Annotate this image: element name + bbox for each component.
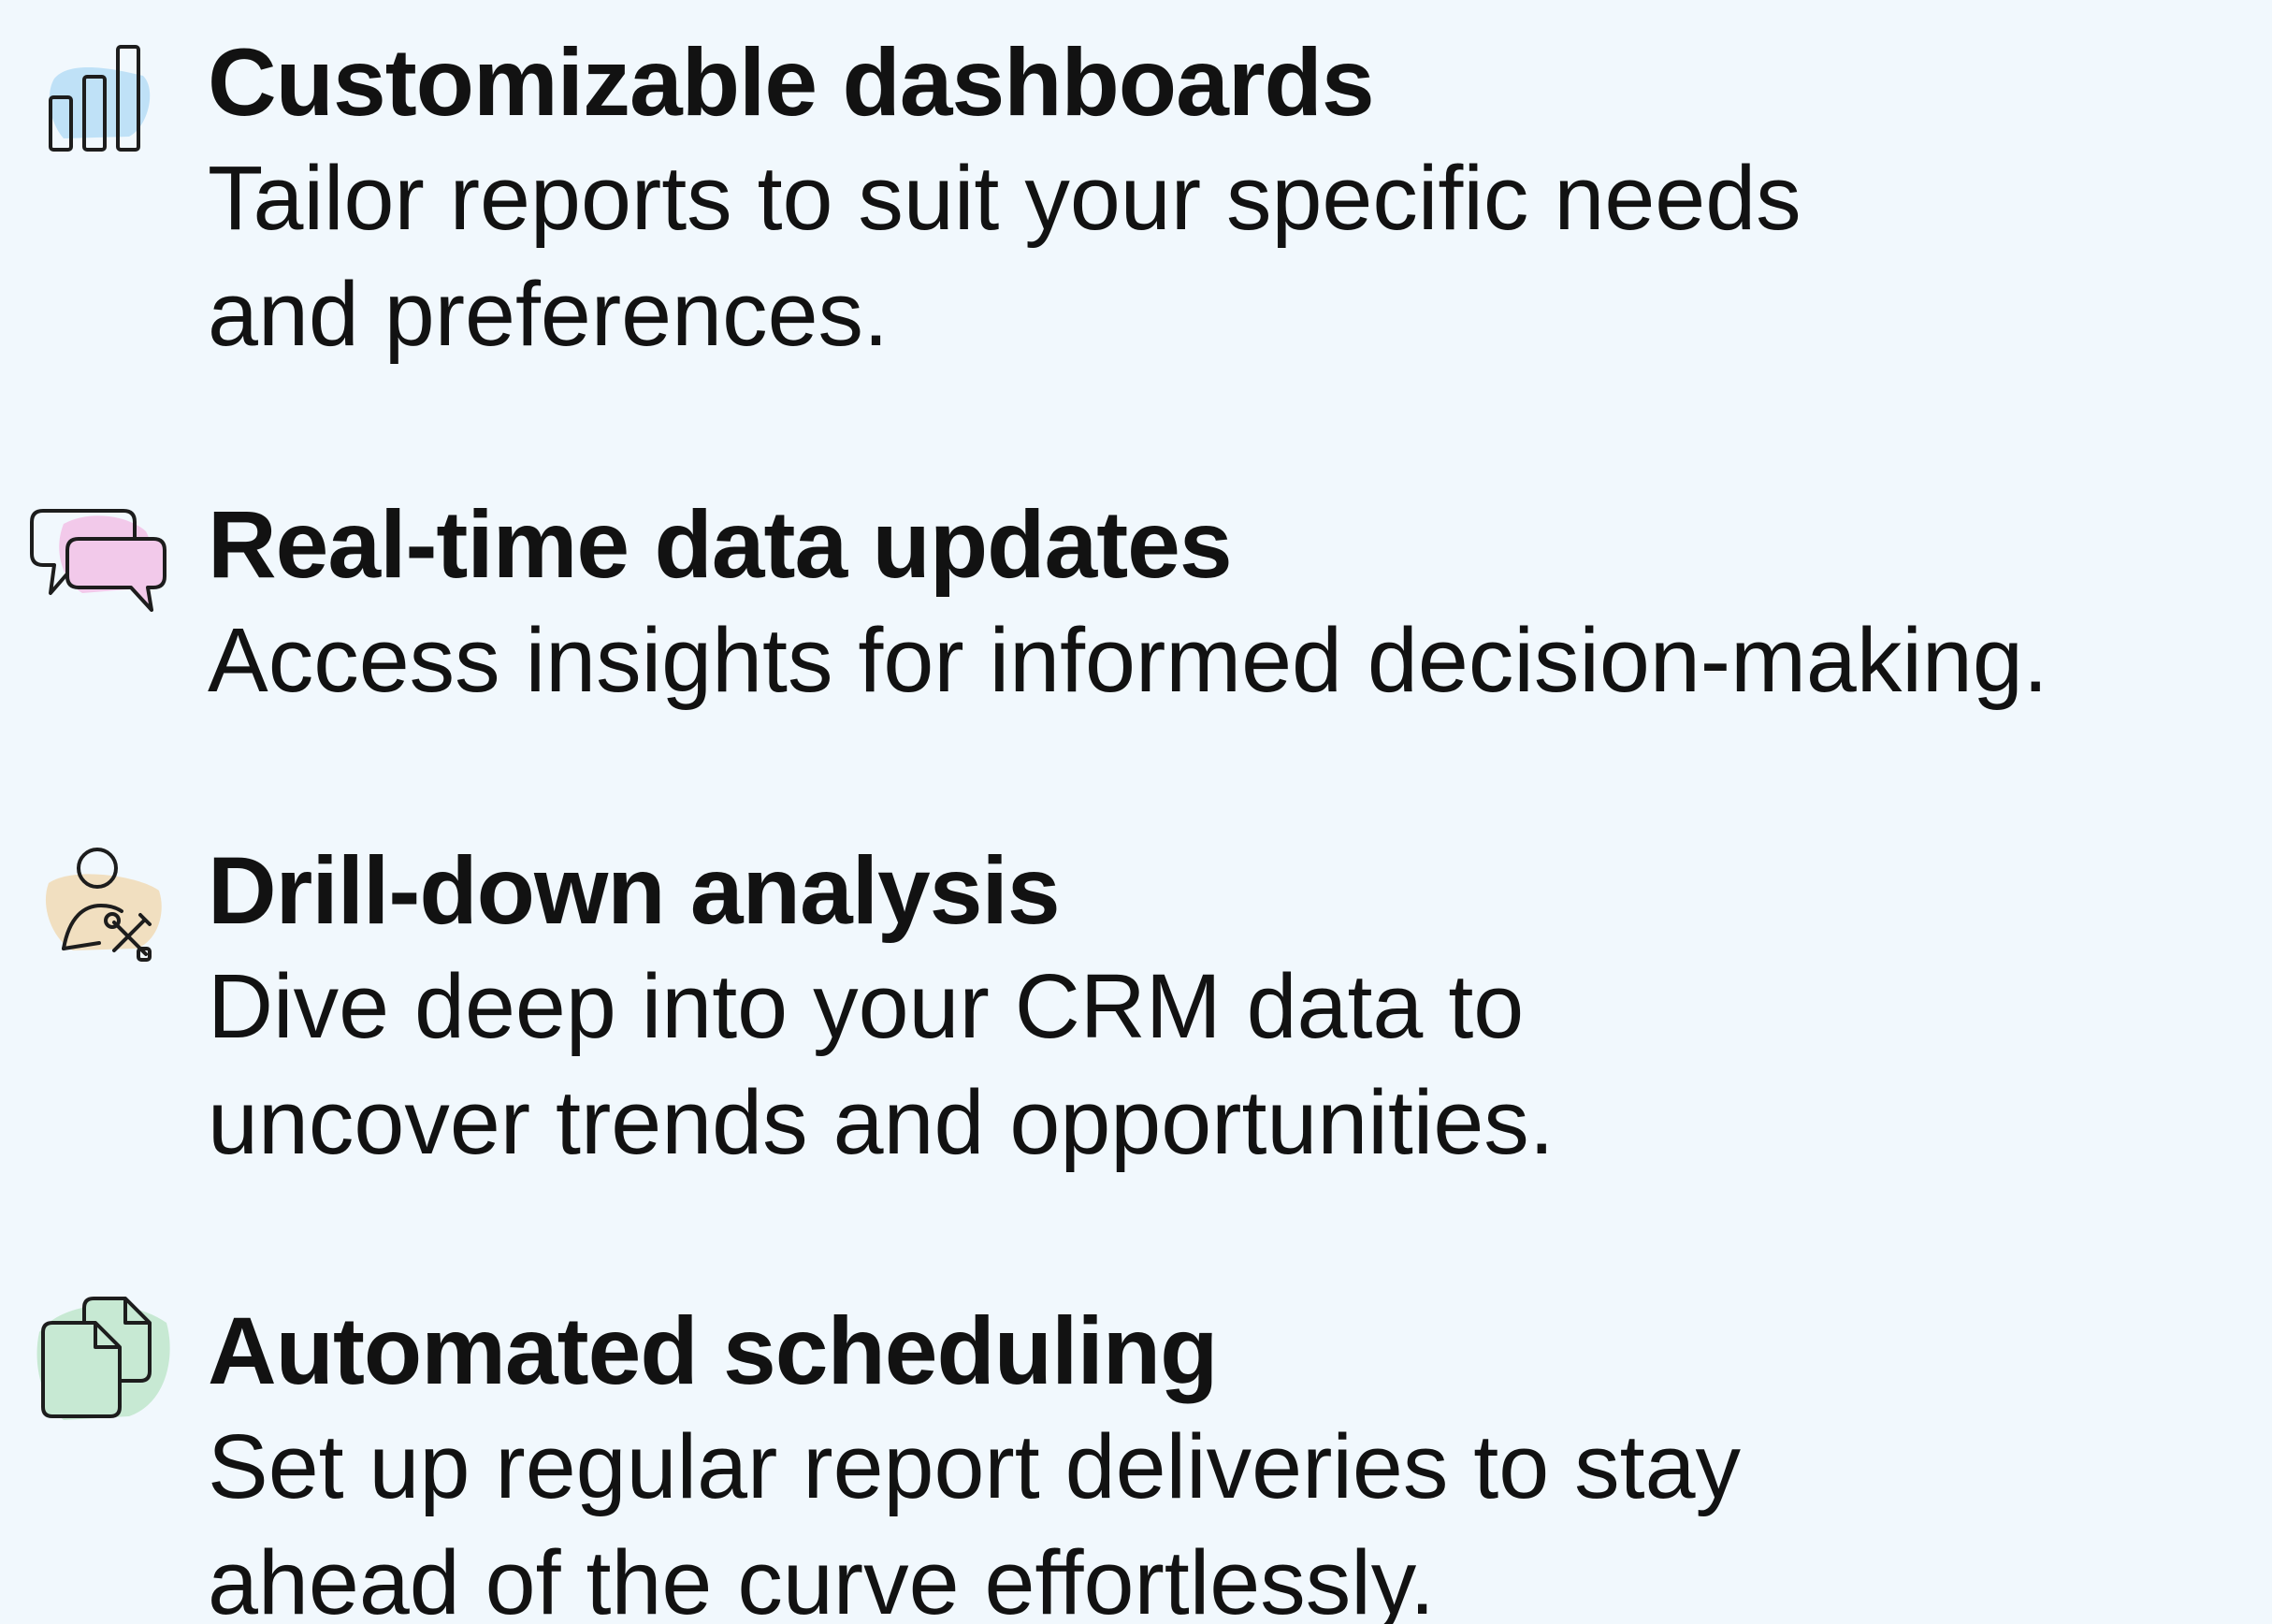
feature-description-line: ahead of the curve effortlessly.: [208, 1531, 1436, 1624]
chat-bubbles-icon: [26, 496, 176, 636]
feature-title: Customizable dashboards: [208, 29, 1375, 136]
feature-description-line: Tailor reports to suit your specific nee…: [208, 147, 1802, 249]
feature-title: Real-time data updates: [208, 491, 1233, 598]
feature-description-line: Set up regular report deliveries to stay: [208, 1415, 1742, 1517]
person-tools-icon: [26, 838, 176, 979]
feature-description-line: uncover trends and opportunities.: [208, 1071, 1555, 1173]
feature-description-line: and preferences.: [208, 263, 889, 365]
documents-icon: [26, 1291, 176, 1431]
feature-title: Automated scheduling: [208, 1298, 1218, 1404]
feature-description-line: Access insights for informed decision-ma…: [208, 609, 2048, 711]
feature-description-line: Dive deep into your CRM data to: [208, 955, 1525, 1057]
bar-chart-icon: [26, 34, 176, 174]
feature-title: Drill-down analysis: [208, 837, 1061, 944]
